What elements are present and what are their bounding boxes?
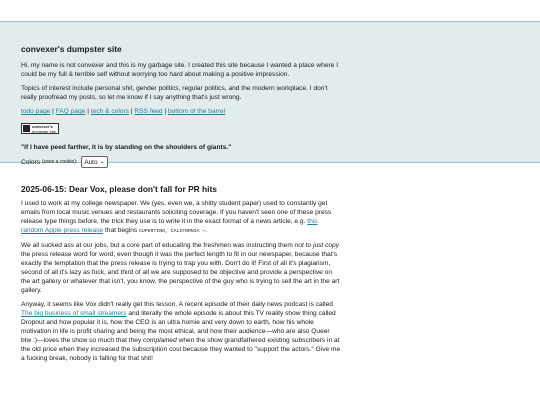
text-span: We all sucked ass at our jobs, but a cor… [21, 242, 295, 249]
tech-colors-link[interactable]: tech & colors [91, 108, 129, 115]
faq-page-link[interactable]: FAQ page [56, 108, 86, 115]
bottom-of-barrel-link[interactable]: bottom of the barrel [168, 108, 225, 115]
text-span: that begins [103, 227, 140, 234]
text-span: . [205, 227, 208, 234]
topics-paragraph: Topics of interest include personal shit… [21, 85, 328, 101]
header-inner: convexer's dumpster site Hi, my name is … [21, 44, 341, 168]
colors-note: (uses a cookie): [42, 158, 78, 165]
badge-line2: dumpster site [32, 129, 57, 134]
top-bar [0, 0, 540, 22]
text-span: Anyway, it seems like Vox didn't really … [21, 301, 333, 308]
chevron-down-icon: ⌄ [99, 158, 105, 165]
badge-icon [23, 125, 30, 132]
podcast-episode-link[interactable]: The big business of small streamers [21, 310, 127, 317]
site-quote: "If I have peed farther, it is by standi… [21, 144, 232, 151]
text-span: the press release word for word, even th… [21, 251, 340, 294]
site-badge[interactable]: convexer's dumpster site [21, 123, 59, 134]
post-title: 2025-06-15: Dear Vox, please don't fall … [21, 184, 217, 194]
post-paragraph-1: I used to work at my college newspaper. … [21, 199, 341, 236]
colors-select-value: Auto [84, 158, 98, 166]
post-paragraph-2: We all sucked ass at our jobs, but a cor… [21, 241, 341, 295]
colors-label: Colors [21, 158, 41, 166]
emphasis-text: complained [143, 337, 177, 344]
emphasis-text: not to just copy [294, 242, 340, 249]
intro-paragraph: Hi, my name is not convexer and this is … [21, 62, 339, 78]
site-nav: todo page | FAQ page | tech & colors | R… [21, 107, 341, 116]
site-header: convexer's dumpster site Hi, my name is … [0, 22, 540, 168]
post: 2025-06-15: Dear Vox, please don't fall … [0, 163, 540, 363]
post-paragraph-3: Anyway, it seems like Vox didn't really … [21, 300, 341, 363]
todo-page-link[interactable]: todo page [21, 108, 50, 115]
colors-select[interactable]: Auto ⌄ [81, 156, 108, 168]
monospace-text: CUPERTINO, CALIFORNIA — [139, 229, 206, 234]
text-span: I used to work at my college newspaper. … [21, 200, 332, 225]
site-title: convexer's dumpster site [21, 44, 122, 54]
rss-feed-link[interactable]: RSS feed [134, 108, 162, 115]
